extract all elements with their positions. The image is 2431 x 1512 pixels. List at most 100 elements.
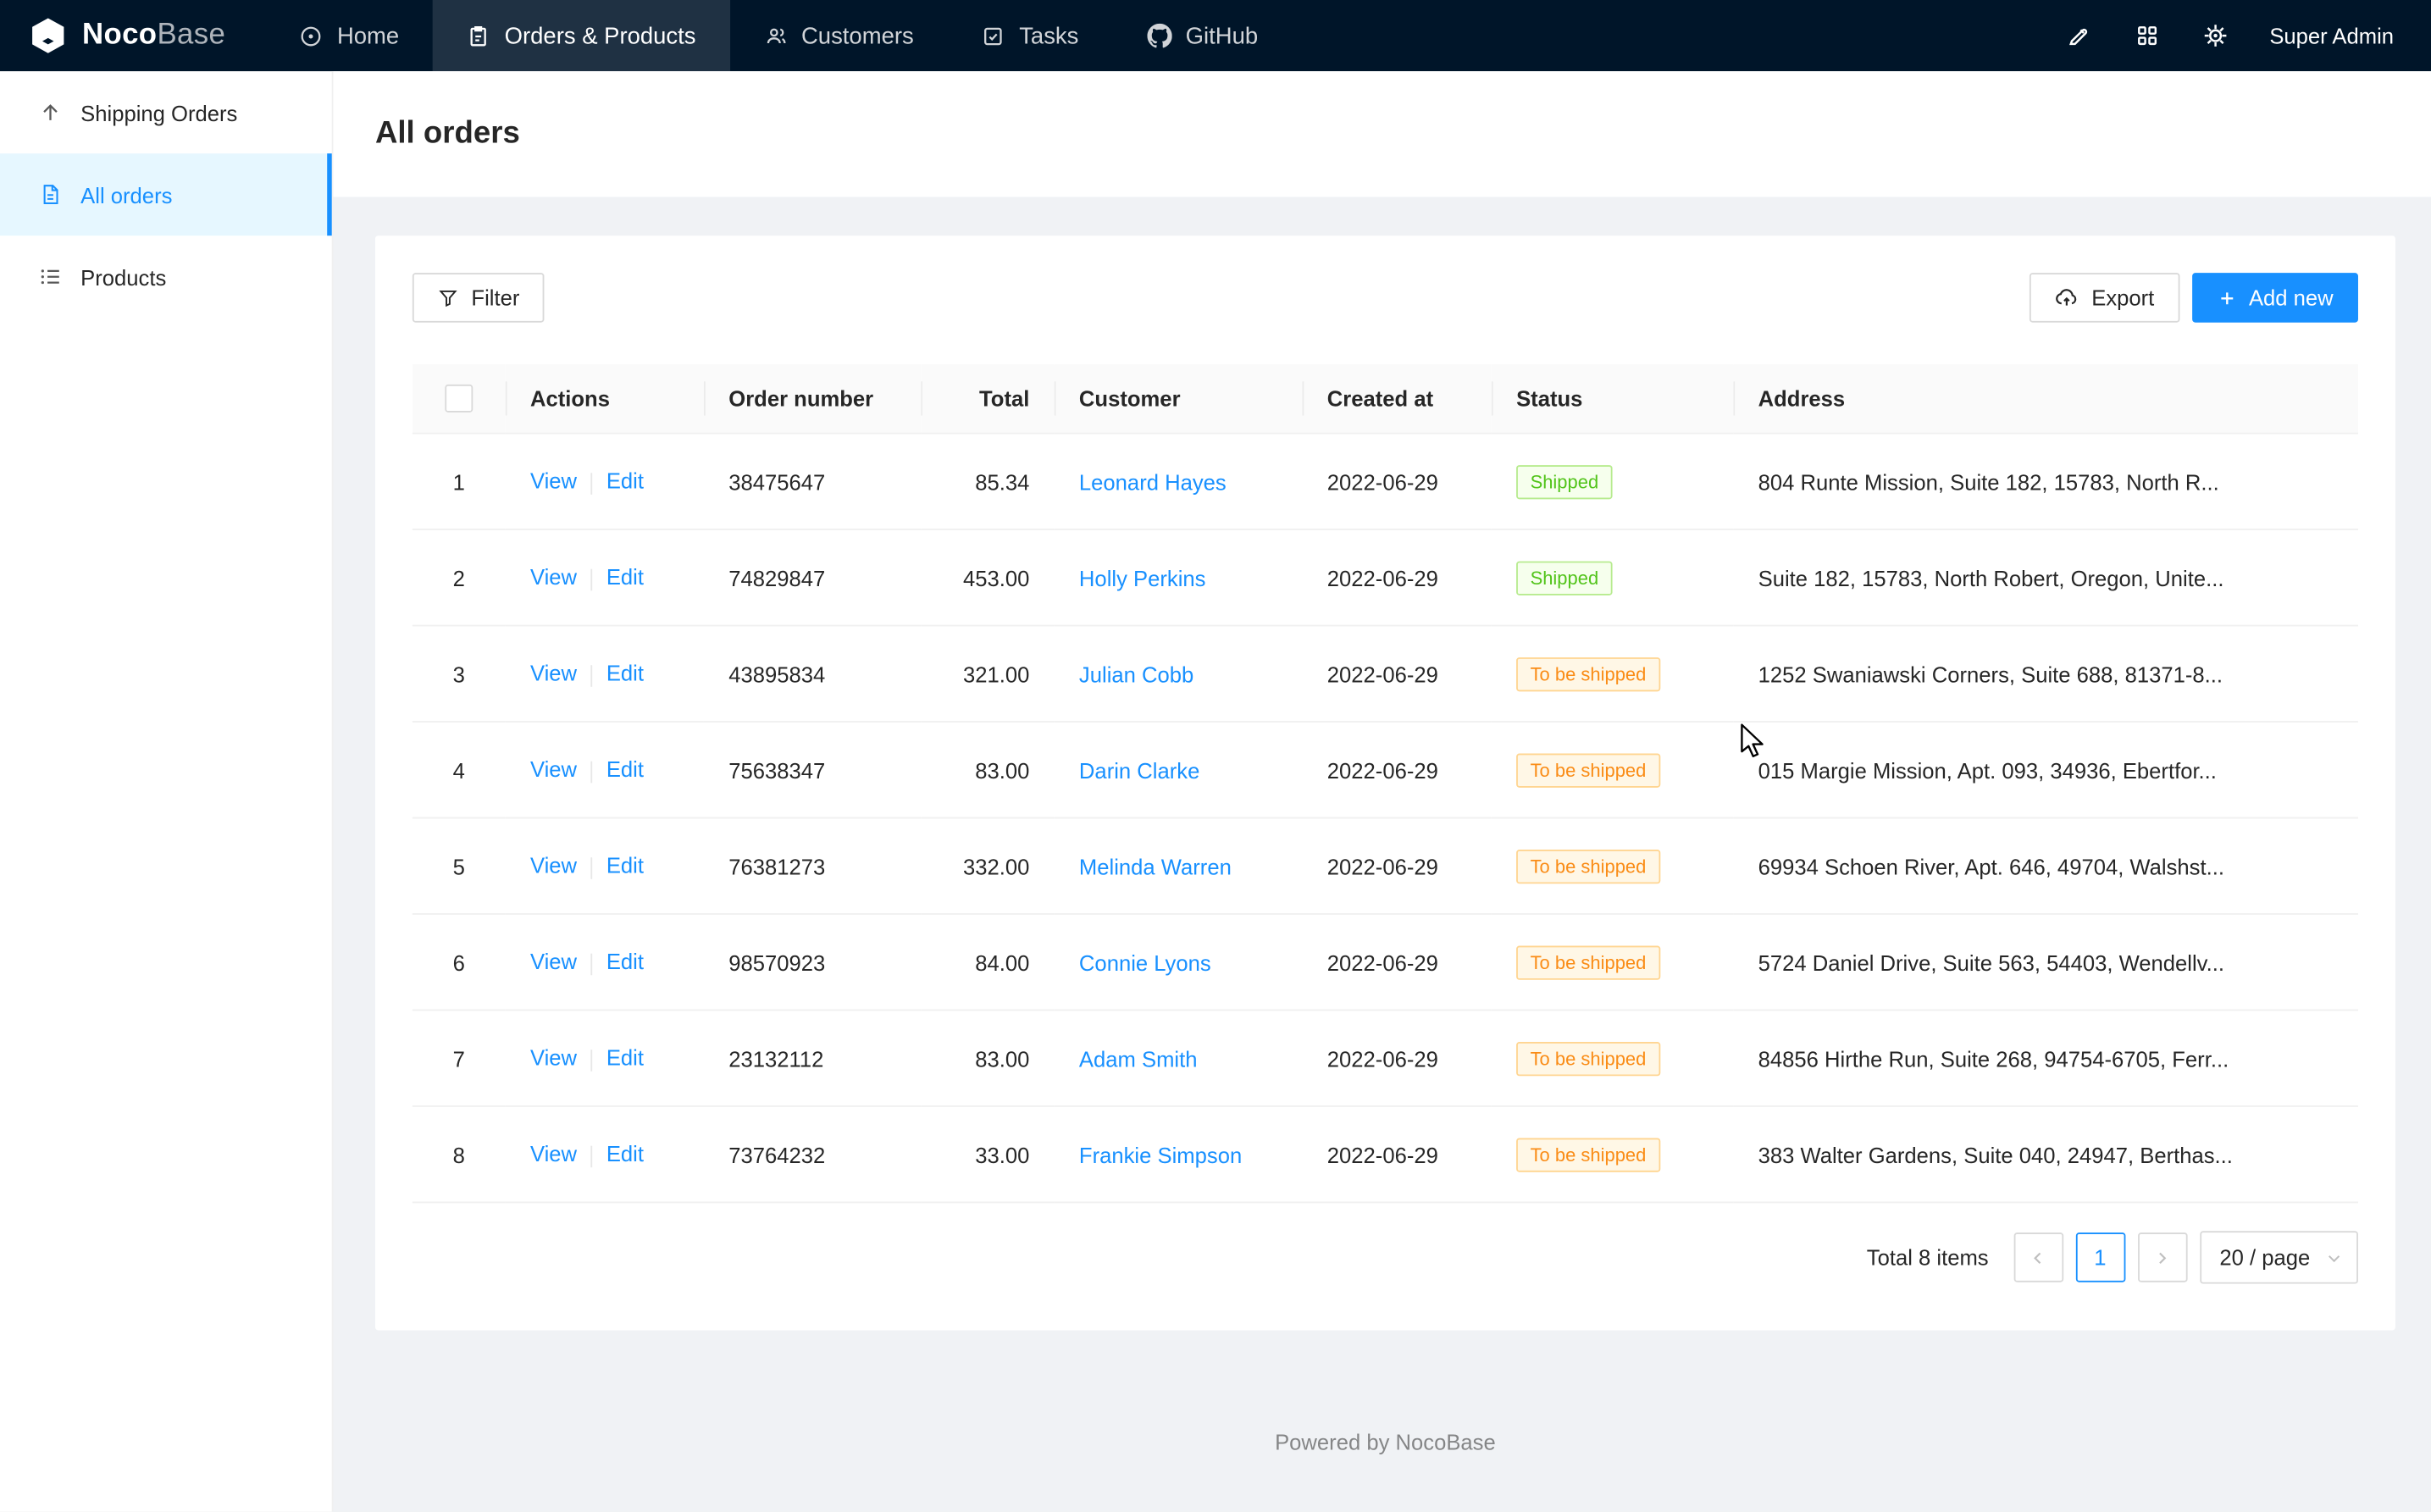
page-1-button[interactable]: 1 [2075, 1232, 2125, 1282]
customer-link[interactable]: Julian Cobb [1079, 662, 1193, 686]
customer-link[interactable]: Melinda Warren [1079, 854, 1232, 878]
cell-actions: View Edit [506, 722, 704, 817]
arrow-up-icon [39, 101, 62, 124]
status-badge: To be shipped [1516, 1041, 1660, 1075]
customer-link[interactable]: Frankie Simpson [1079, 1142, 1242, 1166]
cell-customer: Julian Cobb [1055, 626, 1303, 722]
header-status: Status [1492, 364, 1734, 433]
pagination: Total 8 items 1 [413, 1231, 2358, 1283]
row-index: 5 [413, 818, 506, 914]
nav-item-customers[interactable]: Customers [730, 0, 948, 71]
cell-status: Shipped [1492, 434, 1734, 529]
orders-card: Filter Export [375, 235, 2395, 1330]
cell-order-number: 75638347 [704, 722, 921, 817]
main-content: All orders Filter [334, 71, 2431, 1511]
logo[interactable]: NocoBase [0, 0, 266, 71]
view-link[interactable]: View [530, 950, 577, 974]
cell-customer: Adam Smith [1055, 1010, 1303, 1105]
cell-customer: Leonard Hayes [1055, 434, 1303, 529]
pagination-total: Total 8 items [1867, 1245, 1989, 1270]
prev-page-button[interactable] [2013, 1232, 2063, 1282]
cell-total: 83.00 [921, 1010, 1054, 1105]
table-row: 3 ViewEdit 43895834 321.00 Julian Cobb 2… [413, 626, 2358, 722]
nav-item-tasks[interactable]: Tasks [948, 0, 1113, 71]
edit-link[interactable]: Edit [606, 565, 644, 590]
apps-icon [2135, 23, 2159, 47]
customer-link[interactable]: Leonard Hayes [1079, 469, 1227, 494]
customer-link[interactable]: Adam Smith [1079, 1046, 1198, 1071]
chevron-left-icon [2030, 1249, 2046, 1266]
table-row: 5 ViewEdit 76381273 332.00 Melinda Warre… [413, 818, 2358, 914]
nav-item-label: Orders & Products [505, 23, 696, 49]
cell-order-number: 38475647 [704, 434, 921, 529]
view-link[interactable]: View [530, 1142, 577, 1166]
view-link[interactable]: View [530, 757, 577, 782]
action-divider [591, 568, 593, 590]
header-address: Address [1733, 364, 2358, 433]
edit-link[interactable]: Edit [606, 661, 644, 685]
main-nav: Home Orders & Products Customers Tasks [266, 0, 1293, 71]
list-icon [39, 265, 62, 288]
page-size-select[interactable]: 20 / page [2200, 1231, 2358, 1283]
edit-link[interactable]: Edit [606, 950, 644, 974]
edit-link[interactable]: Edit [606, 1142, 644, 1166]
edit-link[interactable]: Edit [606, 757, 644, 782]
customer-link[interactable]: Connie Lyons [1079, 950, 1211, 974]
action-divider [591, 1145, 593, 1167]
edit-link[interactable]: Edit [606, 853, 644, 878]
sidebar-item-shipping-orders[interactable]: Shipping Orders [0, 71, 332, 153]
view-link[interactable]: View [530, 661, 577, 685]
current-user[interactable]: Super Admin [2269, 23, 2394, 47]
cell-actions: View Edit [506, 434, 704, 529]
cell-status: To be shipped [1492, 1106, 1734, 1202]
cloud-upload-icon [2054, 285, 2079, 310]
action-divider [591, 857, 593, 879]
cell-actions: View Edit [506, 914, 704, 1010]
status-badge: Shipped [1516, 561, 1613, 595]
navbar-actions: Super Admin [2052, 9, 2431, 62]
select-all-checkbox[interactable] [445, 385, 473, 413]
sidebar-item-all-orders[interactable]: All orders [0, 153, 332, 235]
cell-address: Suite 182, 15783, North Robert, Oregon, … [1733, 529, 2358, 625]
plugins-button[interactable] [2121, 9, 2174, 62]
customer-link[interactable]: Holly Perkins [1079, 565, 1206, 590]
view-link[interactable]: View [530, 853, 577, 878]
settings-button[interactable] [2189, 9, 2241, 62]
table-row: 1 ViewEdit 38475647 85.34 Leonard Hayes … [413, 434, 2358, 529]
filter-button[interactable]: Filter [413, 273, 545, 323]
view-link[interactable]: View [530, 565, 577, 590]
ui-editor-button[interactable] [2052, 9, 2105, 62]
logo-text: NocoBase [82, 19, 225, 53]
edit-link[interactable]: Edit [606, 468, 644, 493]
status-badge: To be shipped [1516, 945, 1660, 979]
status-badge: Shipped [1516, 464, 1613, 498]
cell-created-at: 2022-06-29 [1303, 1010, 1492, 1105]
add-new-button[interactable]: Add new [2191, 273, 2358, 323]
nav-item-home[interactable]: Home [266, 0, 434, 71]
cell-total: 83.00 [921, 722, 1054, 817]
table-row: 8 ViewEdit 73764232 33.00 Frankie Simpso… [413, 1106, 2358, 1202]
highlighter-icon [2067, 23, 2091, 47]
sidebar-item-products[interactable]: Products [0, 235, 332, 318]
customer-link[interactable]: Darin Clarke [1079, 757, 1199, 782]
cell-order-number: 74829847 [704, 529, 921, 625]
edit-link[interactable]: Edit [606, 1045, 644, 1070]
cell-created-at: 2022-06-29 [1303, 529, 1492, 625]
cell-order-number: 43895834 [704, 626, 921, 722]
table-row: 2 ViewEdit 74829847 453.00 Holly Perkins… [413, 529, 2358, 625]
cell-status: To be shipped [1492, 722, 1734, 817]
next-page-button[interactable] [2137, 1232, 2187, 1282]
header-actions: Actions [506, 364, 704, 433]
table-toolbar: Filter Export [413, 273, 2358, 323]
nav-item-orders-products[interactable]: Orders & Products [433, 0, 729, 71]
export-button[interactable]: Export [2030, 273, 2179, 323]
cell-customer: Melinda Warren [1055, 818, 1303, 914]
view-link[interactable]: View [530, 468, 577, 493]
nav-item-github[interactable]: GitHub [1113, 0, 1293, 71]
cell-status: To be shipped [1492, 818, 1734, 914]
cell-address: 5724 Daniel Drive, Suite 563, 54403, Wen… [1733, 914, 2358, 1010]
toolbar-right: Export Add new [2030, 273, 2358, 323]
view-link[interactable]: View [530, 1045, 577, 1070]
cell-created-at: 2022-06-29 [1303, 722, 1492, 817]
cell-order-number: 23132112 [704, 1010, 921, 1105]
